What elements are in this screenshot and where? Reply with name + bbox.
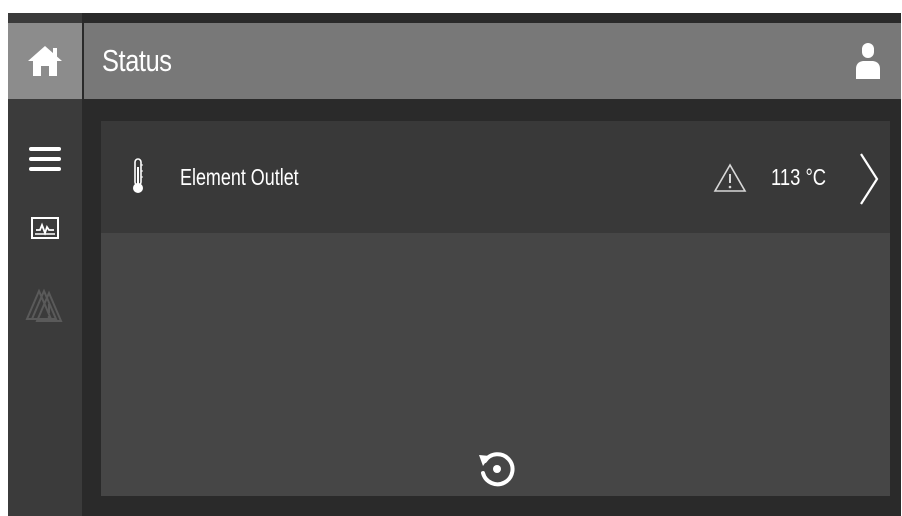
status-item-value: 113 °C	[771, 164, 827, 190]
warning-triangle-icon	[713, 163, 747, 192]
thermometer-icon	[133, 158, 143, 193]
home-icon	[28, 46, 62, 76]
trend-chart-icon	[31, 217, 59, 239]
alarm-warning-icon	[25, 288, 63, 322]
status-item-label: Element Outlet	[180, 164, 299, 190]
page-title: Status	[102, 43, 172, 78]
refresh-icon	[479, 452, 515, 487]
refresh-button[interactable]	[475, 447, 519, 491]
home-button[interactable]	[8, 23, 82, 99]
chevron-right-icon[interactable]	[856, 151, 882, 207]
menu-button[interactable]	[8, 129, 82, 189]
trend-button[interactable]	[8, 198, 82, 258]
status-row-element-outlet[interactable]: Element Outlet 113 °C	[101, 121, 890, 233]
left-nav-rail	[8, 13, 82, 516]
user-icon	[856, 43, 880, 79]
user-button[interactable]	[853, 41, 883, 81]
header-bar: Status	[84, 23, 901, 99]
status-content: Element Outlet 113 °C	[101, 121, 890, 496]
device-screen: Status Element Outlet 113 °C	[8, 13, 901, 516]
hamburger-menu-icon	[29, 147, 61, 171]
alarms-button[interactable]	[8, 276, 82, 336]
